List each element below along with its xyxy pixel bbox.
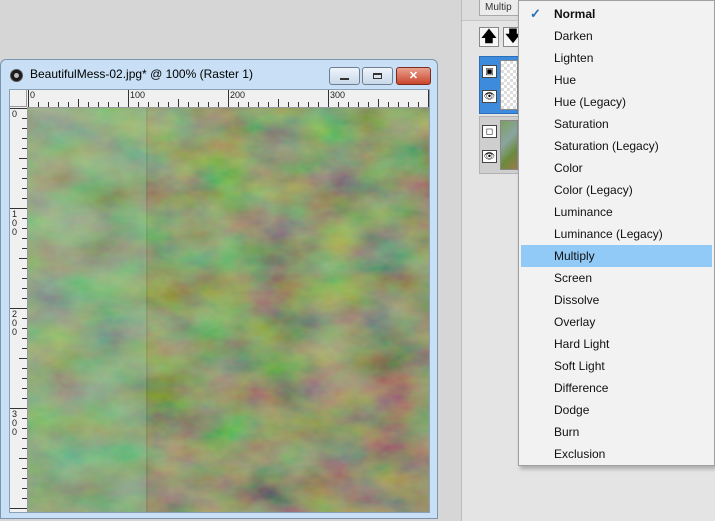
minimize-button[interactable]: [329, 67, 360, 85]
maximize-icon: [373, 73, 382, 80]
menu-item-saturation[interactable]: Saturation: [521, 113, 712, 135]
image-canvas[interactable]: [28, 108, 429, 512]
document-titlebar[interactable]: BeautifulMess-02.jpg* @ 100% (Raster 1) …: [1, 60, 437, 88]
ruler-label: 0: [30, 90, 36, 100]
menu-item-label: Hue: [554, 73, 577, 87]
eye-icon[interactable]: 👁: [482, 150, 497, 163]
menu-item-overlay[interactable]: Overlay: [521, 311, 712, 333]
menu-item-luminance-legacy[interactable]: Luminance (Legacy): [521, 223, 712, 245]
canvas-image: [28, 108, 429, 512]
ruler-label: 100: [12, 209, 18, 237]
menu-item-label: Dissolve: [554, 293, 600, 307]
ruler-label: 200: [230, 90, 246, 100]
ruler-label: 300: [12, 409, 18, 437]
move-layer-up-icon: 🡅: [481, 28, 497, 45]
menu-item-color[interactable]: Color: [521, 157, 712, 179]
menu-item-label: Overlay: [554, 315, 596, 329]
horizontal-ruler-ticks: [28, 90, 429, 107]
checkmark-icon: ✓: [530, 6, 541, 21]
menu-item-label: Color: [554, 161, 583, 175]
ruler-label: 300: [330, 90, 346, 100]
eye-icon[interactable]: 👁: [482, 90, 497, 103]
menu-item-burn[interactable]: Burn: [521, 421, 712, 443]
ruler-label: 0: [12, 109, 18, 119]
menu-item-difference[interactable]: Difference: [521, 377, 712, 399]
menu-item-label: Screen: [554, 271, 593, 285]
menu-item-darken[interactable]: Darken: [521, 25, 712, 47]
document-title: BeautifulMess-02.jpg* @ 100% (Raster 1): [30, 67, 253, 81]
app-icon: [10, 69, 23, 82]
canvas-frame: 0 100 200 300 0 100 200 300: [9, 89, 430, 513]
menu-item-color-legacy[interactable]: Color (Legacy): [521, 179, 712, 201]
raster-layer-icon: ▣: [482, 65, 497, 78]
menu-item-soft-light[interactable]: Soft Light: [521, 355, 712, 377]
minimize-icon: [340, 78, 349, 81]
menu-item-label: Burn: [554, 425, 580, 439]
layer-thumbnail: [500, 120, 518, 170]
menu-item-normal[interactable]: ✓ Normal: [521, 3, 712, 25]
move-layer-up-button[interactable]: 🡅: [479, 27, 499, 47]
vertical-ruler[interactable]: 0 100 200 300: [10, 107, 28, 512]
menu-item-label: Luminance (Legacy): [554, 227, 663, 241]
background-layer-icon: ◻: [482, 125, 497, 138]
layer-row-raster-1[interactable]: ▣ 👁: [479, 56, 519, 114]
menu-item-screen[interactable]: Screen: [521, 267, 712, 289]
menu-item-exclusion[interactable]: Exclusion: [521, 443, 712, 465]
menu-item-lighten[interactable]: Lighten: [521, 47, 712, 69]
menu-item-label: Color (Legacy): [554, 183, 633, 197]
ruler-label: 100: [130, 90, 146, 100]
menu-item-label: Lighten: [554, 51, 594, 65]
menu-item-dissolve[interactable]: Dissolve: [521, 289, 712, 311]
ruler-corner: [10, 90, 27, 107]
menu-item-hard-light[interactable]: Hard Light: [521, 333, 712, 355]
menu-item-saturation-legacy[interactable]: Saturation (Legacy): [521, 135, 712, 157]
menu-item-hue[interactable]: Hue: [521, 69, 712, 91]
menu-item-label: Normal: [554, 7, 596, 21]
menu-item-multiply[interactable]: Multiply: [521, 245, 712, 267]
menu-item-label: Darken: [554, 29, 593, 43]
menu-item-label: Saturation (Legacy): [554, 139, 659, 153]
menu-item-label: Luminance: [554, 205, 613, 219]
document-window[interactable]: BeautifulMess-02.jpg* @ 100% (Raster 1) …: [0, 59, 438, 519]
blend-mode-menu: ✓ Normal Darken Lighten Hue Hue (Legacy) Satur…: [518, 0, 715, 466]
layer-thumbnail: [500, 60, 518, 110]
menu-item-label: Hard Light: [554, 337, 610, 351]
menu-item-dodge[interactable]: Dodge: [521, 399, 712, 421]
menu-item-label: Multiply: [554, 249, 595, 263]
menu-item-label: Soft Light: [554, 359, 605, 373]
menu-item-label: Exclusion: [554, 447, 606, 461]
horizontal-ruler[interactable]: 0 100 200 300: [27, 90, 429, 108]
menu-item-label: Hue (Legacy): [554, 95, 627, 109]
layer-row-background[interactable]: ◻ 👁: [479, 116, 519, 174]
menu-item-hue-legacy[interactable]: Hue (Legacy): [521, 91, 712, 113]
menu-item-label: Difference: [554, 381, 609, 395]
close-icon: ✕: [408, 70, 419, 82]
maximize-button[interactable]: [362, 67, 393, 85]
menu-item-luminance[interactable]: Luminance: [521, 201, 712, 223]
menu-item-label: Dodge: [554, 403, 590, 417]
menu-item-label: Saturation: [554, 117, 609, 131]
ruler-label: 200: [12, 309, 18, 337]
close-button[interactable]: ✕: [396, 67, 431, 85]
